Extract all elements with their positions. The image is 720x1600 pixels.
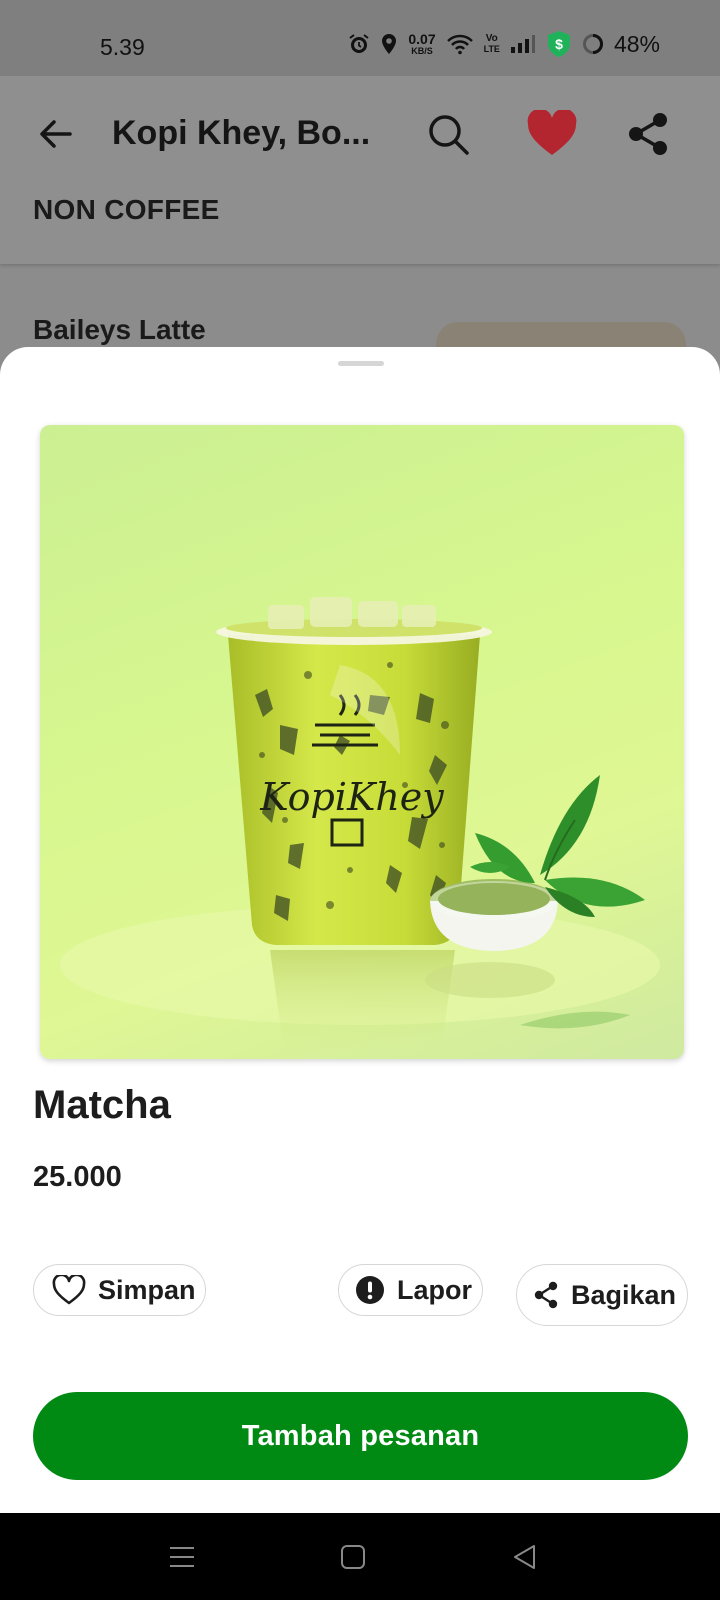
volte-top: Vo bbox=[485, 33, 498, 44]
report-button[interactable]: Lapor bbox=[338, 1264, 483, 1316]
product-name: Matcha bbox=[33, 1083, 171, 1127]
status-icons: 0.07 KB/S Vo LTE $ 48% bbox=[348, 30, 660, 58]
home-button[interactable] bbox=[333, 1539, 373, 1575]
home-icon bbox=[341, 1545, 365, 1569]
section-title: NON COFFEE bbox=[33, 194, 220, 225]
heart-outline-icon bbox=[52, 1275, 86, 1305]
back-icon bbox=[514, 1545, 535, 1569]
cup-logo-text: KopiKhey bbox=[259, 775, 444, 819]
signal-icon bbox=[510, 34, 536, 54]
drag-handle[interactable] bbox=[338, 361, 384, 366]
alert-circle-icon bbox=[355, 1275, 385, 1305]
location-icon bbox=[380, 33, 398, 55]
back-nav-button[interactable] bbox=[505, 1539, 545, 1575]
share-button[interactable] bbox=[626, 110, 672, 158]
status-time: 5.39 bbox=[100, 34, 145, 60]
menu-icon bbox=[170, 1547, 194, 1567]
product-price: 25.000 bbox=[33, 1161, 122, 1193]
arrow-left-icon bbox=[40, 120, 72, 148]
search-icon bbox=[429, 115, 469, 155]
matcha-drink-illustration: KopiKhey bbox=[60, 597, 660, 1059]
share-icon bbox=[629, 113, 667, 155]
battery-percent: 48% bbox=[613, 30, 660, 57]
status-bar: 5.39 0.07 KB/S Vo LTE $ 48% bbox=[0, 0, 720, 76]
network-speed: 0.07 KB/S bbox=[408, 32, 435, 56]
search-button[interactable] bbox=[426, 112, 472, 158]
network-speed-unit: KB/S bbox=[411, 46, 433, 56]
favorite-button[interactable] bbox=[526, 108, 578, 158]
add-order-button[interactable]: Tambah pesanan bbox=[33, 1392, 688, 1480]
volte-bottom: LTE bbox=[483, 44, 500, 54]
battery-ring-icon bbox=[582, 33, 604, 55]
network-speed-value: 0.07 bbox=[408, 31, 436, 47]
system-nav-bar bbox=[0, 1513, 720, 1600]
share-icon bbox=[533, 1281, 559, 1309]
save-label: Simpan bbox=[98, 1274, 196, 1305]
store-title: Kopi Khey, Bo... bbox=[112, 114, 371, 152]
back-button[interactable] bbox=[34, 112, 78, 156]
security-shield-icon: $ bbox=[546, 30, 572, 58]
alarm-icon bbox=[348, 33, 370, 55]
report-label: Lapor bbox=[397, 1274, 473, 1305]
svg-text:$: $ bbox=[555, 36, 563, 52]
wifi-icon bbox=[446, 33, 474, 55]
menu-button[interactable] bbox=[162, 1539, 202, 1575]
save-button[interactable]: Simpan bbox=[33, 1264, 206, 1316]
share-label: Bagikan bbox=[571, 1279, 677, 1310]
share-product-button[interactable]: Bagikan bbox=[516, 1264, 688, 1326]
heart-filled-icon bbox=[527, 108, 577, 155]
volte-icon: Vo LTE bbox=[483, 33, 500, 55]
app-header: Kopi Khey, Bo... NON COFFEE bbox=[0, 76, 720, 264]
menu-item-name[interactable]: Baileys Latte bbox=[33, 314, 206, 346]
product-bottom-sheet: KopiKhey Matcha 25.000 Simpan Lapor Bagi… bbox=[0, 347, 720, 1513]
product-image: KopiKhey bbox=[40, 425, 684, 1059]
